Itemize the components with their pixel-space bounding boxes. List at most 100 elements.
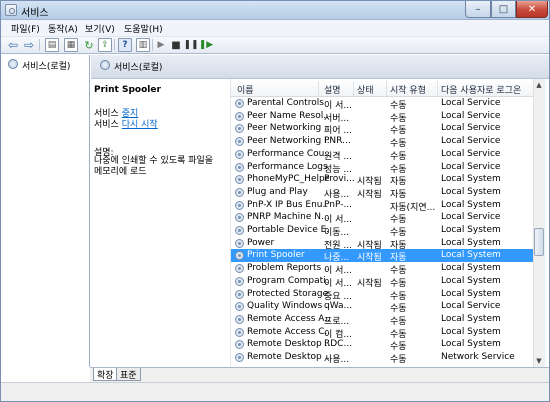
cell-name: Print Spooler: [247, 250, 305, 261]
service-gear-icon: [235, 175, 244, 185]
table-row[interactable]: Remote Desktop ... 사용... 수동 Network Service: [231, 351, 533, 365]
pane-title: 서비스(로컬): [114, 63, 163, 73]
scroll-down-arrow-icon[interactable]: ▼: [533, 355, 545, 367]
table-row[interactable]: Performance Logs... 성능 ... 수동 Local Service: [231, 161, 533, 175]
scrollbar-thumb[interactable]: [534, 228, 544, 256]
service-gear-icon: [235, 124, 244, 134]
service-gear-icon: [235, 264, 244, 274]
service-name-heading: Print Spooler: [94, 85, 161, 95]
status-bar: [0, 382, 550, 402]
maximize-button[interactable]: □: [491, 1, 516, 18]
cell-name: Power: [247, 237, 275, 248]
cell-logon: Local System: [441, 225, 501, 235]
refresh-icon[interactable]: ↻: [82, 38, 96, 52]
table-row[interactable]: Remote Desktop ... RDC... 수동 Local System: [231, 338, 533, 352]
cell-logon: Local System: [441, 339, 501, 350]
table-row[interactable]: PnP-X IP Bus Enu... PnP-... 자동(지연... Local …: [231, 199, 533, 213]
cell-name: Problem Reports ...: [247, 263, 329, 274]
cell-name: Quality Windows ...: [247, 301, 329, 312]
cell-desc: RDC...: [324, 339, 353, 350]
vertical-scrollbar[interactable]: [533, 79, 545, 367]
help-icon[interactable]: ?: [118, 38, 132, 52]
table-row[interactable]: PNRP Machine N... 이 서... 수동 Local Service: [231, 211, 533, 225]
table-row[interactable]: Performance Cou... 원격 ... 수동 Local Service: [231, 148, 533, 162]
restart-icon[interactable]: ❚▶: [199, 38, 213, 52]
column-divider[interactable]: [318, 81, 319, 96]
restart-service-link[interactable]: 다시 시작: [122, 120, 158, 130]
service-gear-icon: [235, 340, 244, 350]
back-arrow-icon[interactable]: ⇦: [6, 38, 20, 52]
tree-item-services-local[interactable]: 서비스(로컬): [22, 59, 70, 72]
properties-sheet-icon[interactable]: ▥: [136, 38, 150, 52]
menu-view[interactable]: 보기(V): [85, 22, 115, 35]
menu-action[interactable]: 동작(A): [48, 22, 78, 35]
cell-desc: qWa...: [324, 301, 353, 312]
service-gear-icon: [235, 276, 244, 286]
table-row[interactable]: Peer Name Resol... 서버... 수동 Local Service: [231, 110, 533, 124]
cell-name: Remote Desktop ...: [247, 352, 329, 362]
restart-service-line: 서비스 다시 시작: [94, 117, 158, 130]
service-gear-icon: [235, 137, 244, 147]
cell-logon: Local System: [441, 288, 501, 299]
table-row[interactable]: Print Spooler 나중... 시작됨 자동 Local System: [231, 249, 533, 263]
column-header-status[interactable]: 상태: [357, 83, 374, 96]
cell-logon: Local System: [441, 237, 501, 248]
cell-logon: Local System: [441, 313, 501, 324]
cell-desc: 사용...: [324, 355, 350, 365]
show-hide-tree-icon[interactable]: ▤: [45, 38, 59, 52]
cell-logon: Local Service: [441, 123, 501, 134]
column-divider[interactable]: [437, 81, 438, 96]
table-row[interactable]: Peer Networking ... 피어 ... 수동 Local Service: [231, 122, 533, 136]
column-divider[interactable]: [386, 81, 387, 96]
service-gear-icon: [235, 226, 244, 235]
close-button[interactable]: ✕: [516, 1, 548, 18]
table-row[interactable]: Peer Networking I... PNR... 수동 Local Servic…: [231, 135, 533, 149]
export-icon[interactable]: ⇪: [98, 38, 112, 52]
tab-standard[interactable]: 표준: [116, 368, 141, 381]
table-row[interactable]: Parental Controls 이 서... 수동 Local Service: [231, 97, 533, 111]
scroll-up-arrow-icon[interactable]: ▲: [533, 79, 545, 91]
table-row[interactable]: Power 전원 ... 시작됨 자동 Local System: [231, 237, 533, 251]
cell-logon: Network Service: [441, 352, 515, 362]
pause-icon[interactable]: ❚❚: [183, 38, 198, 52]
tree-pane: [0, 55, 90, 367]
table-row[interactable]: Remote Access A... 프로... 수동 Local System: [231, 313, 533, 327]
service-gear-icon: [235, 302, 244, 312]
cell-logon: Local Service: [441, 301, 501, 312]
table-row[interactable]: PhoneMyPC_Helper Provi... 시작됨 자동 Local Syste…: [231, 173, 533, 187]
service-gear-icon: [235, 162, 244, 172]
forward-arrow-icon[interactable]: ⇨: [22, 38, 36, 52]
column-divider[interactable]: [353, 81, 354, 96]
table-row[interactable]: Portable Device E... 이동... 수동 Local System: [231, 224, 533, 238]
cell-logon: Local System: [441, 186, 501, 197]
table-row[interactable]: Protected Storage 중요 ... 수동 Local System: [231, 288, 533, 302]
description-text: 나중에 인쇄할 수 있도록 파일을 메모리에 로드: [94, 156, 214, 177]
minimize-button[interactable]: –: [465, 1, 491, 18]
cell-name: Peer Networking ...: [247, 123, 329, 134]
table-row[interactable]: Plug and Play 사용... 시작됨 자동 Local System: [231, 186, 533, 200]
table-row[interactable]: Quality Windows ... qWa... 수동 Local Service: [231, 300, 533, 314]
table-row[interactable]: Program Compati... 이 서... 시작됨 수동 Local Syste…: [231, 275, 533, 289]
column-header-log-on-as[interactable]: 다음 사용자로 로그온: [441, 83, 521, 96]
column-header-startup-type[interactable]: 시작 유형: [390, 83, 426, 96]
service-gear-icon: [235, 149, 244, 159]
table-row[interactable]: Remote Access C... 이 컴... 수동 Local System: [231, 326, 533, 340]
column-header-name[interactable]: 이름: [237, 83, 254, 96]
service-gear-icon: [235, 111, 244, 121]
table-row[interactable]: Problem Reports ... 이 서... 수동 Local System: [231, 262, 533, 276]
stop-icon[interactable]: ■: [169, 38, 183, 52]
tab-extended[interactable]: 확장: [93, 368, 118, 381]
cell-desc: PnP-...: [324, 199, 353, 210]
cell-name: Remote Access C...: [247, 326, 329, 337]
cell-startup: 수동: [390, 355, 407, 365]
cell-desc: PNR...: [324, 136, 351, 147]
cell-name: Parental Controls: [247, 98, 324, 108]
menu-file[interactable]: 파일(F): [11, 22, 40, 35]
cell-name: Performance Logs...: [247, 161, 329, 172]
cell-name: PNRP Machine N...: [247, 212, 329, 223]
properties-icon[interactable]: ▦: [64, 38, 78, 52]
menu-help[interactable]: 도움말(H): [124, 22, 163, 35]
column-header-description[interactable]: 설명: [324, 83, 341, 96]
toolbar-separator: [114, 39, 115, 51]
start-icon[interactable]: ▶: [154, 38, 168, 52]
